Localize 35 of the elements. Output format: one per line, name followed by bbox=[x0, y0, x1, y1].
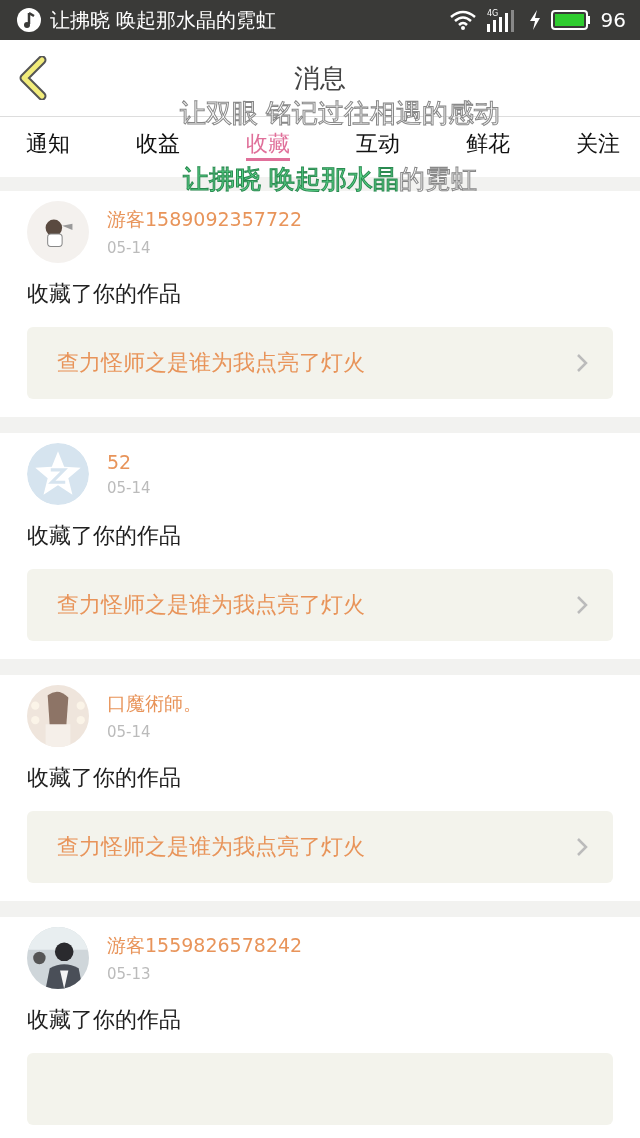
chevron-icon bbox=[575, 352, 589, 374]
user-name[interactable]: 游客1589092357722 bbox=[107, 207, 303, 233]
user-name[interactable]: 游客1559826578242 bbox=[107, 933, 303, 959]
chevron-icon bbox=[575, 594, 589, 616]
message-text: 收藏了你的作品 bbox=[27, 280, 182, 308]
tab[interactable]: 收藏 bbox=[246, 129, 290, 161]
floating-lyric: 让双眼 铭记过往相遇的感动 bbox=[179, 98, 501, 128]
message-text: 收藏了你的作品 bbox=[27, 1006, 182, 1034]
floating-lyric: 让拂晓 唤起那水晶的霓虹 bbox=[182, 164, 478, 194]
chevron-icon bbox=[575, 836, 589, 858]
message-date: 05-14 bbox=[107, 479, 151, 497]
wifi-icon bbox=[448, 9, 477, 31]
user-name[interactable]: 口魔術師。 bbox=[107, 691, 202, 717]
avatar-icon bbox=[27, 443, 89, 505]
notification-text: 让拂晓 唤起那水晶的霓虹 bbox=[50, 6, 278, 34]
tab[interactable]: 关注 bbox=[576, 129, 620, 161]
message-text: 收藏了你的作品 bbox=[27, 764, 182, 792]
work-link[interactable]: 查力怪师之是谁为我点亮了灯火 bbox=[27, 569, 613, 641]
tab[interactable]: 鲜花 bbox=[466, 129, 510, 161]
charging-icon bbox=[528, 10, 541, 30]
page-title: 消息 bbox=[294, 61, 346, 95]
work-link[interactable]: 查力怪师之是谁为我点亮了灯火 bbox=[27, 811, 613, 883]
battery-icon bbox=[550, 10, 591, 30]
tab[interactable]: 收益 bbox=[136, 129, 180, 161]
tab[interactable]: 通知 bbox=[26, 129, 70, 161]
message-date: 05-14 bbox=[107, 723, 152, 741]
user-name[interactable]: 52 bbox=[107, 451, 151, 473]
message-date: 05-14 bbox=[107, 239, 152, 257]
battery-level: 96 bbox=[600, 8, 626, 32]
work-link[interactable]: 查力怪师之是谁为我点亮了灯火 bbox=[27, 327, 613, 399]
music-note-icon bbox=[16, 7, 42, 33]
back-icon[interactable] bbox=[18, 56, 48, 100]
tab[interactable]: 互动 bbox=[356, 129, 400, 161]
message-text: 收藏了你的作品 bbox=[27, 522, 182, 550]
message-date: 05-13 bbox=[107, 965, 152, 983]
